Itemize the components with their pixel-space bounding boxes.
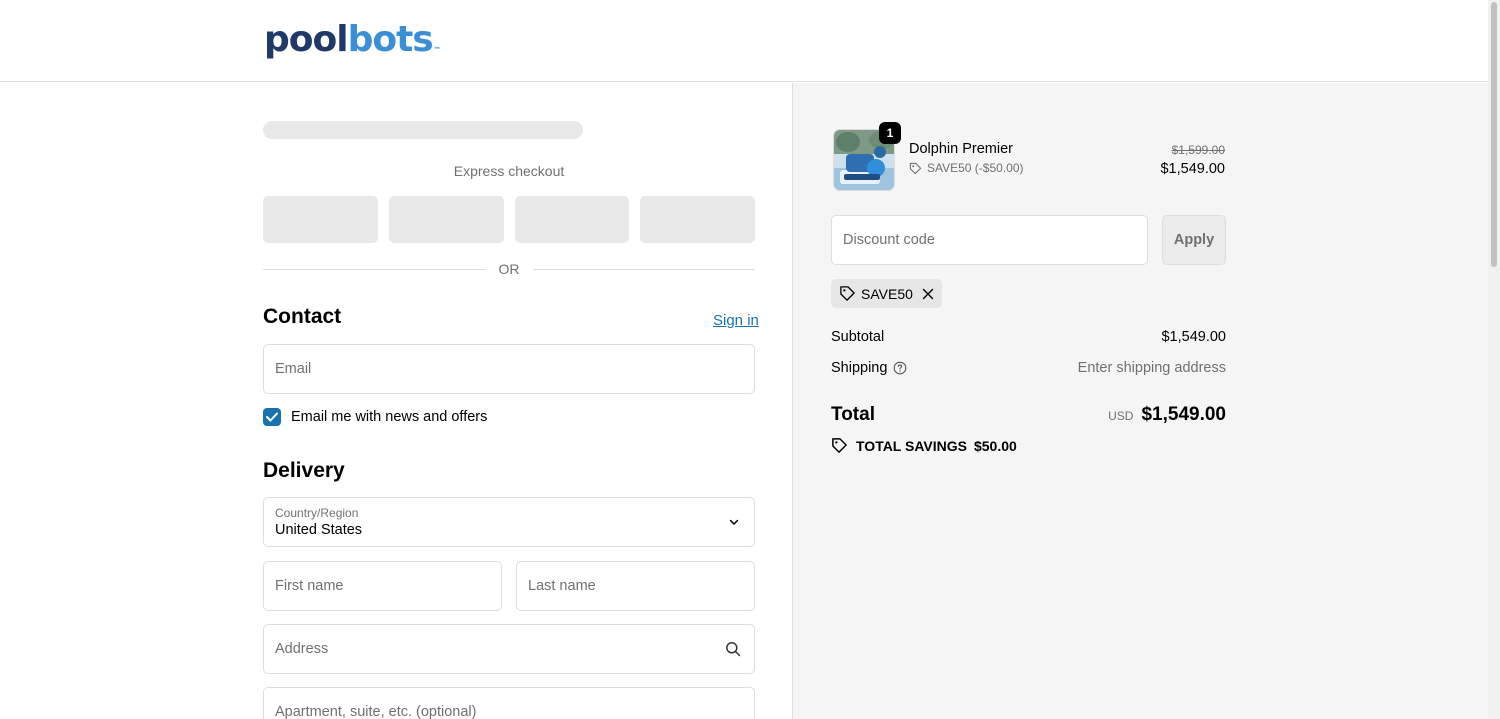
tag-icon xyxy=(909,162,922,174)
currency-code: USD xyxy=(1108,409,1134,423)
order-summary: 1 Dolphin Premier SAVE50 (-$50.00) $1,59… xyxy=(792,83,1488,719)
shipping-value: Enter shipping address xyxy=(1077,360,1226,376)
subtotal-row: Subtotal $1,549.00 xyxy=(831,329,1226,345)
newsletter-label: Email me with news and offers xyxy=(291,409,488,425)
applied-discount-code: SAVE50 xyxy=(861,285,913,302)
country-select[interactable]: Country/Region United States xyxy=(263,497,755,547)
divider-line xyxy=(263,268,486,270)
last-name-field[interactable]: Last name xyxy=(516,561,755,611)
address-field[interactable]: Address xyxy=(263,624,755,674)
apply-button[interactable]: Apply xyxy=(1162,215,1226,265)
express-payment-button-4[interactable] xyxy=(640,196,755,243)
subtotal-label: Subtotal xyxy=(831,329,885,345)
express-checkout-buttons xyxy=(263,196,755,243)
product-discount: SAVE50 (-$50.00) xyxy=(909,161,1024,175)
sign-in-link[interactable]: Sign in xyxy=(713,312,759,329)
or-text: OR xyxy=(498,261,520,277)
address-placeholder: Address xyxy=(275,641,329,657)
contact-heading: Contact xyxy=(263,305,342,328)
total-amount: USD $1,549.00 xyxy=(1108,404,1226,426)
search-icon xyxy=(726,642,741,657)
total-value: $1,549.00 xyxy=(1141,404,1226,425)
product-discount-text: SAVE50 (-$50.00) xyxy=(927,161,1024,175)
delivery-heading: Delivery xyxy=(263,459,345,482)
logo-pool-text: pool xyxy=(264,19,349,60)
discounted-price: $1,549.00 xyxy=(1160,161,1225,177)
total-savings-row: TOTAL SAVINGS $50.00 xyxy=(831,437,1017,454)
remove-discount-icon[interactable] xyxy=(922,288,934,300)
logo-bots-text: bots xyxy=(347,19,434,60)
express-payment-button-2[interactable] xyxy=(388,196,504,243)
shipping-label-wrap: Shipping xyxy=(831,360,907,376)
country-label: Country/Region xyxy=(275,506,359,520)
scrollbar-thumb[interactable] xyxy=(1491,2,1497,267)
checkout-form: Express checkout OR Contact Sign in Emai… xyxy=(0,83,792,719)
loading-skeleton-bar xyxy=(263,121,583,139)
header: poolbots™ xyxy=(0,0,1488,82)
page-scrollbar[interactable] xyxy=(1488,0,1500,719)
total-savings-label: TOTAL SAVINGS xyxy=(856,437,967,454)
newsletter-option[interactable]: Email me with news and offers xyxy=(263,407,487,427)
total-label: Total xyxy=(831,404,875,425)
apartment-field[interactable]: Apartment, suite, etc. (optional) xyxy=(263,687,755,719)
checkmark-icon xyxy=(266,412,278,422)
first-name-placeholder: First name xyxy=(275,578,344,594)
applied-discount-chip: SAVE50 xyxy=(831,279,942,308)
help-circle-icon[interactable] xyxy=(893,361,907,375)
discount-code-field[interactable]: Discount code xyxy=(831,215,1148,265)
chevron-down-icon xyxy=(729,519,739,525)
express-payment-button-3[interactable] xyxy=(514,196,630,243)
first-name-field[interactable]: First name xyxy=(263,561,502,611)
total-savings-value: $50.00 xyxy=(973,437,1017,454)
email-field[interactable]: Email xyxy=(263,344,755,394)
tag-icon xyxy=(840,286,855,301)
email-placeholder: Email xyxy=(275,361,312,377)
express-checkout-label: Express checkout xyxy=(453,163,565,179)
last-name-placeholder: Last name xyxy=(528,578,596,594)
subtotal-value: $1,549.00 xyxy=(1161,329,1226,345)
total-row: Total USD $1,549.00 xyxy=(831,404,1226,426)
poolbots-logo[interactable]: poolbots™ xyxy=(264,18,441,62)
discount-code-placeholder: Discount code xyxy=(843,232,935,248)
shipping-label: Shipping xyxy=(831,360,888,376)
country-value: United States xyxy=(275,522,363,538)
or-divider: OR xyxy=(263,259,755,279)
apartment-placeholder: Apartment, suite, etc. (optional) xyxy=(275,704,477,719)
divider-line xyxy=(532,268,755,270)
shipping-row: Shipping Enter shipping address xyxy=(831,360,1226,376)
express-payment-button-1[interactable] xyxy=(263,196,378,243)
logo-trademark: ™ xyxy=(433,46,441,54)
newsletter-checkbox[interactable] xyxy=(263,408,281,426)
product-name: Dolphin Premier xyxy=(909,141,1013,157)
tag-icon xyxy=(832,438,847,453)
original-price: $1,599.00 xyxy=(1171,143,1225,157)
quantity-badge: 1 xyxy=(879,122,901,144)
